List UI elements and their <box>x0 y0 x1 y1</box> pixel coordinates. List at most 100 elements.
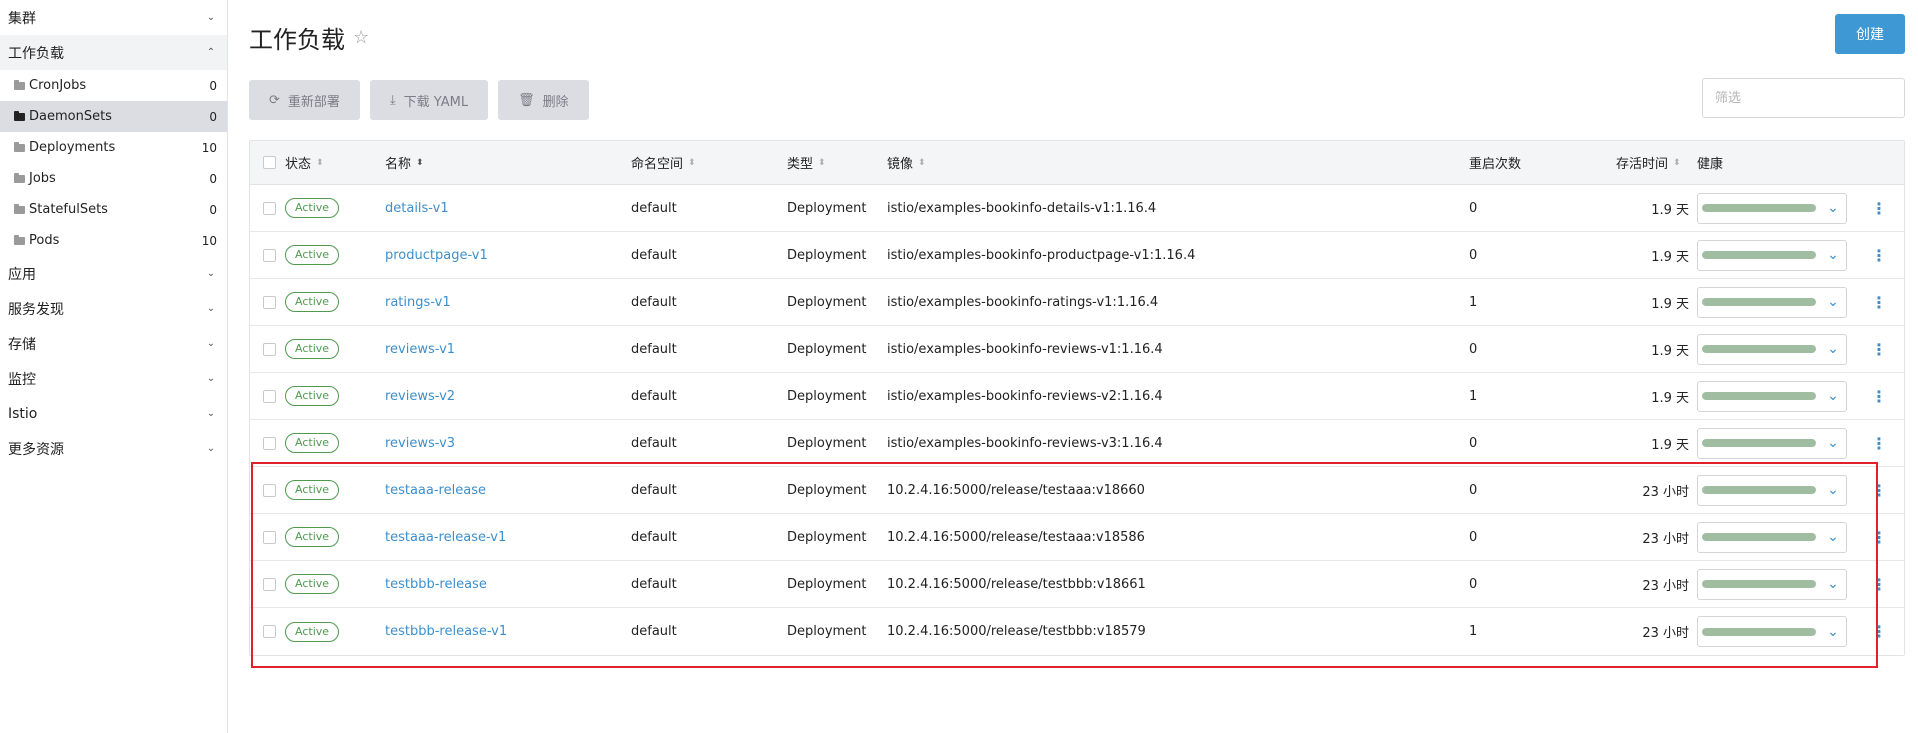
row-checkbox[interactable] <box>263 483 276 497</box>
sidebar-item-daemonsets[interactable]: DaemonSets 0 <box>0 101 227 132</box>
image-cell: 10.2.4.16:5000/release/testbbb:v18661 <box>887 576 1146 592</box>
health-dropdown[interactable]: ⌄ <box>1697 568 1847 600</box>
namespace-cell: default <box>631 341 677 357</box>
sidebar-item-count: 0 <box>209 78 217 93</box>
sidebar-item-cronjobs[interactable]: CronJobs 0 <box>0 70 227 101</box>
type-cell: Deployment <box>787 247 867 263</box>
sidebar-group-service-discovery[interactable]: 服务发现 ⌄ <box>0 291 227 326</box>
workload-name-link[interactable]: testbbb-release-v1 <box>385 624 507 639</box>
workload-name-link[interactable]: productpage-v1 <box>385 248 488 263</box>
health-dropdown[interactable]: ⌄ <box>1697 521 1847 553</box>
col-name[interactable]: 名称 ⬍ <box>385 141 424 184</box>
col-restarts-label: 重启次数 <box>1469 157 1522 172</box>
namespace-cell: default <box>631 576 677 592</box>
workload-name-link[interactable]: reviews-v1 <box>385 342 455 357</box>
more-actions-icon[interactable]: ⋮ <box>1871 199 1887 218</box>
sidebar-item-pods[interactable]: Pods 10 <box>0 225 227 256</box>
health-dropdown[interactable]: ⌄ <box>1697 286 1847 318</box>
health-dropdown[interactable]: ⌄ <box>1697 333 1847 365</box>
row-checkbox[interactable] <box>263 248 276 262</box>
row-checkbox[interactable] <box>263 436 276 450</box>
sidebar-group-storage[interactable]: 存储 ⌄ <box>0 326 227 361</box>
workload-name-link[interactable]: testaaa-release <box>385 483 486 498</box>
col-type[interactable]: 类型 ⬍ <box>787 141 826 184</box>
workload-name-link[interactable]: reviews-v2 <box>385 389 455 404</box>
namespace-cell: default <box>631 247 677 263</box>
col-namespace-label: 命名空间 <box>631 157 684 172</box>
row-checkbox[interactable] <box>263 625 276 638</box>
folder-icon <box>14 80 25 90</box>
sidebar-group-apps[interactable]: 应用 ⌄ <box>0 256 227 291</box>
type-cell: Deployment <box>787 341 867 357</box>
image-cell: istio/examples-bookinfo-ratings-v1:1.16.… <box>887 294 1159 310</box>
star-icon[interactable]: ☆ <box>353 27 369 48</box>
health-dropdown[interactable]: ⌄ <box>1697 427 1847 459</box>
more-actions-icon[interactable]: ⋮ <box>1871 340 1887 359</box>
health-dropdown[interactable]: ⌄ <box>1697 239 1847 271</box>
sidebar-item-statefulsets[interactable]: StatefulSets 0 <box>0 194 227 225</box>
table-row: Active testbbb-release default Deploymen… <box>250 561 1904 608</box>
more-actions-icon[interactable]: ⋮ <box>1871 387 1887 406</box>
sort-icon: ⬍ <box>688 157 696 168</box>
create-button[interactable]: 创建 <box>1835 14 1905 54</box>
sidebar-item-jobs[interactable]: Jobs 0 <box>0 163 227 194</box>
filter-input[interactable] <box>1702 78 1905 118</box>
type-cell: Deployment <box>787 435 867 451</box>
row-checkbox[interactable] <box>263 577 276 591</box>
sidebar-group-label: Istio <box>8 405 38 422</box>
sidebar-group-workloads[interactable]: 工作负载 ⌃ <box>0 35 227 70</box>
sidebar-group-monitoring[interactable]: 监控 ⌄ <box>0 361 227 396</box>
workload-name-link[interactable]: reviews-v3 <box>385 436 455 451</box>
col-image[interactable]: 镜像 ⬍ <box>887 141 926 184</box>
row-checkbox[interactable] <box>263 295 276 309</box>
delete-button[interactable]: 🗑 删除 <box>498 80 589 120</box>
health-bar-fill <box>1702 486 1816 494</box>
health-dropdown[interactable]: ⌄ <box>1697 474 1847 506</box>
more-actions-icon[interactable]: ⋮ <box>1871 528 1887 547</box>
col-age[interactable]: 存活时间 ⬍ <box>1616 141 1681 184</box>
table-row: Active reviews-v3 default Deployment ist… <box>250 420 1904 467</box>
type-cell: Deployment <box>787 294 867 310</box>
sidebar-group-istio[interactable]: Istio ⌄ <box>0 396 227 431</box>
workload-name-link[interactable]: testaaa-release-v1 <box>385 530 506 545</box>
select-all-checkbox[interactable] <box>263 156 276 169</box>
age-cell: 1.9 天 <box>1651 437 1689 453</box>
sidebar-item-count: 0 <box>209 171 217 186</box>
more-actions-icon[interactable]: ⋮ <box>1871 293 1887 312</box>
image-cell: istio/examples-bookinfo-details-v1:1.16.… <box>887 200 1157 216</box>
sidebar-item-label: Deployments <box>29 140 116 155</box>
more-actions-icon[interactable]: ⋮ <box>1871 575 1887 594</box>
download-yaml-button[interactable]: ⤓ 下载 YAML <box>369 80 489 120</box>
workload-name-link[interactable]: testbbb-release <box>385 577 487 592</box>
workload-name-link[interactable]: details-v1 <box>385 201 449 216</box>
row-checkbox[interactable] <box>263 342 276 356</box>
col-namespace[interactable]: 命名空间 ⬍ <box>631 141 696 184</box>
health-dropdown[interactable]: ⌄ <box>1697 380 1847 412</box>
workload-name-link[interactable]: ratings-v1 <box>385 295 451 310</box>
age-cell: 1.9 天 <box>1651 343 1689 359</box>
more-actions-icon[interactable]: ⋮ <box>1871 481 1887 500</box>
chevron-down-icon: ⌄ <box>1827 247 1839 263</box>
col-status[interactable]: 状态 ⬍ <box>285 141 324 184</box>
health-dropdown[interactable]: ⌄ <box>1697 192 1847 224</box>
more-actions-icon[interactable]: ⋮ <box>1871 622 1887 641</box>
sidebar-group-more-resources[interactable]: 更多资源 ⌄ <box>0 431 227 466</box>
row-checkbox[interactable] <box>263 530 276 544</box>
restarts-cell: 1 <box>1469 388 1478 404</box>
health-bar-fill <box>1702 627 1816 636</box>
health-dropdown[interactable]: ⌄ <box>1697 616 1847 647</box>
status-badge: Active <box>285 480 340 500</box>
more-actions-icon[interactable]: ⋮ <box>1871 246 1887 265</box>
redeploy-button[interactable]: ⟳ 重新部署 <box>249 80 360 120</box>
age-cell: 23 小时 <box>1642 578 1689 594</box>
status-badge: Active <box>285 245 340 265</box>
row-checkbox[interactable] <box>263 201 276 215</box>
more-actions-icon[interactable]: ⋮ <box>1871 434 1887 453</box>
sidebar-item-deployments[interactable]: Deployments 10 <box>0 132 227 163</box>
chevron-down-icon: ⌄ <box>1827 388 1839 404</box>
table-row: Active ratings-v1 default Deployment ist… <box>250 279 1904 326</box>
sidebar-group-cluster[interactable]: 集群 ⌄ <box>0 0 227 35</box>
image-cell: 10.2.4.16:5000/release/testaaa:v18660 <box>887 482 1145 498</box>
row-checkbox[interactable] <box>263 389 276 403</box>
image-cell: istio/examples-bookinfo-reviews-v2:1.16.… <box>887 388 1163 404</box>
